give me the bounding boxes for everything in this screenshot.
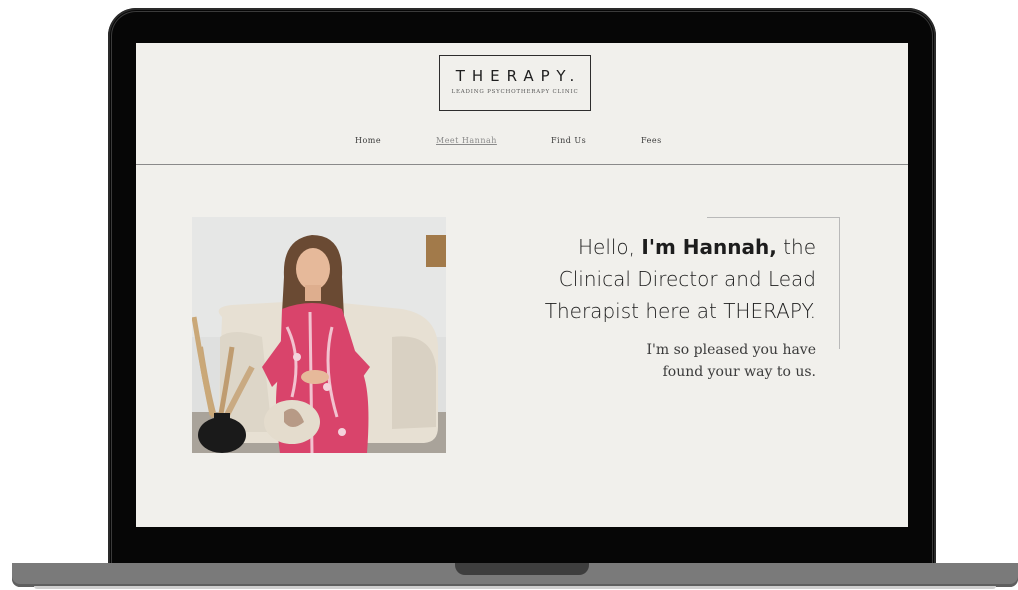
decorative-frame-right xyxy=(839,217,840,349)
headline-line2: Clinical Director and Lead xyxy=(558,267,816,291)
subtext-line2: found your way to us. xyxy=(662,364,816,380)
laptop-shadow xyxy=(34,586,996,589)
subtext-line1: I'm so pleased you have xyxy=(646,342,816,358)
portrait-illustration xyxy=(192,217,446,453)
main-nav: Home Meet Hannah Find Us Fees xyxy=(136,136,908,150)
website-screen: THERAPY. LEADING PSYCHOTHERAPY CLINIC Ho… xyxy=(136,43,908,527)
portrait-photo xyxy=(192,217,446,453)
nav-meet-hannah[interactable]: Meet Hannah xyxy=(436,136,497,145)
name-text: I'm Hannah, xyxy=(641,235,777,259)
header-divider xyxy=(136,164,908,165)
nav-fees[interactable]: Fees xyxy=(641,136,662,145)
laptop-notch xyxy=(455,563,589,575)
nav-find-us[interactable]: Find Us xyxy=(551,136,586,145)
site-logo[interactable]: THERAPY. LEADING PSYCHOTHERAPY CLINIC xyxy=(439,55,591,111)
intro-subtext: I'm so pleased you have found your way t… xyxy=(556,339,816,383)
headline-line3: Therapist here at THERAPY. xyxy=(544,299,816,323)
nav-home[interactable]: Home xyxy=(355,136,381,145)
decorative-frame-top xyxy=(707,217,839,218)
greeting-text: Hello, xyxy=(577,235,636,259)
headline-line1-tail: the xyxy=(783,235,816,259)
logo-tagline: LEADING PSYCHOTHERAPY CLINIC xyxy=(451,89,579,95)
logo-title: THERAPY. xyxy=(455,67,582,85)
intro-headline: Hello, I'm Hannah, the Clinical Director… xyxy=(496,231,816,327)
